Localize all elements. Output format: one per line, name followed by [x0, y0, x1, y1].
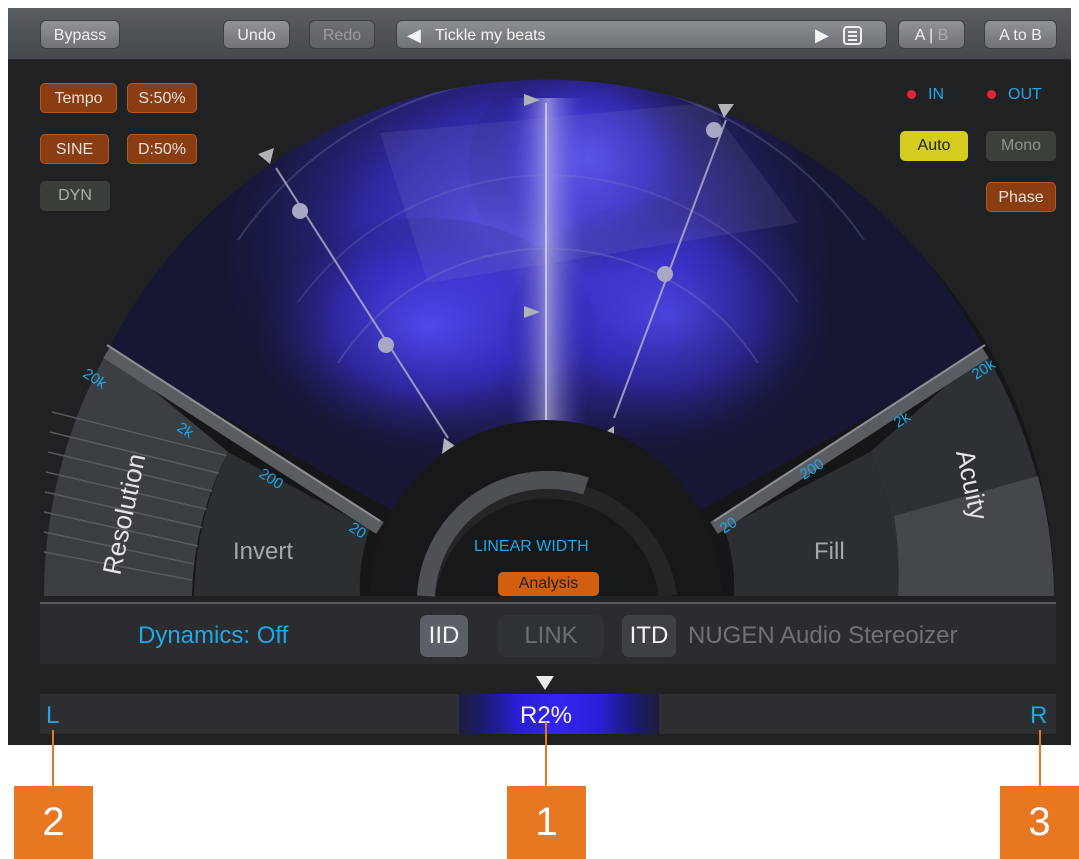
brand-label: NUGEN Audio Stereoizer: [688, 622, 958, 649]
dyn-button[interactable]: DYN: [40, 181, 110, 211]
linear-width-label: LINEAR WIDTH: [474, 538, 589, 555]
preset-prev-icon[interactable]: ◀: [407, 21, 421, 50]
iid-button[interactable]: IID: [420, 615, 468, 657]
undo-button[interactable]: Undo: [223, 20, 290, 49]
top-toolbar: Bypass Undo Redo ◀ Tickle my beats ▶ A |…: [8, 8, 1071, 60]
preset-list-icon[interactable]: [843, 26, 862, 45]
right-channel-label: R: [1030, 702, 1048, 729]
tempo-button[interactable]: Tempo: [40, 83, 117, 113]
bypass-button[interactable]: Bypass: [40, 20, 120, 49]
preset-selector[interactable]: ◀ Tickle my beats ▶: [396, 20, 887, 49]
left-channel-label: L: [46, 702, 60, 729]
input-label: IN: [928, 86, 944, 103]
ab-left-label: A: [914, 27, 925, 44]
right-arm-handle-inner: [657, 266, 673, 282]
dynamics-status[interactable]: Dynamics: Off: [138, 622, 288, 650]
left-arm-arrow: [258, 148, 274, 164]
callout-2: 2: [14, 786, 93, 859]
left-arm-handle-inner: [378, 337, 394, 353]
redo-button[interactable]: Redo: [309, 20, 375, 49]
analysis-button[interactable]: Analysis: [498, 572, 599, 596]
callout-2-line: [52, 730, 54, 786]
sine-button[interactable]: SINE: [40, 134, 109, 164]
ab-separator: |: [928, 27, 934, 44]
width-marker-icon[interactable]: [536, 676, 554, 690]
invert-label[interactable]: Invert: [233, 538, 293, 566]
output-led-icon: [987, 90, 996, 100]
callout-3: 3: [1000, 786, 1079, 859]
input-led-icon: [907, 90, 916, 100]
ab-toggle-button[interactable]: A | B: [898, 20, 965, 49]
output-indicator[interactable]: OUT: [987, 86, 1042, 104]
ab-right-label: B: [937, 27, 949, 44]
speed-control[interactable]: S:50%: [127, 83, 197, 113]
input-indicator[interactable]: IN: [907, 86, 944, 104]
callout-1: 1: [507, 786, 586, 859]
output-label: OUT: [1008, 86, 1042, 103]
callout-3-line: [1039, 730, 1041, 786]
auto-button[interactable]: Auto: [900, 131, 968, 161]
phase-button[interactable]: Phase: [986, 182, 1056, 212]
a-to-b-button[interactable]: A to B: [984, 20, 1057, 49]
mono-button[interactable]: Mono: [986, 131, 1056, 161]
left-arm-handle-outer: [292, 203, 308, 219]
callout-1-line: [545, 722, 547, 786]
fill-label[interactable]: Fill: [814, 538, 845, 566]
preset-name: Tickle my beats: [435, 27, 546, 44]
link-button[interactable]: LINK: [498, 615, 604, 657]
dynamics-bar: Dynamics: Off IID LINK ITD NUGEN Audio S…: [40, 602, 1056, 664]
depth-control[interactable]: D:50%: [127, 134, 197, 164]
stereoizer-plugin: 20k 2k 200 20 20 200 2k 20k Resolution A…: [8, 8, 1071, 745]
preset-next-icon[interactable]: ▶: [815, 21, 829, 50]
width-meter[interactable]: L R2% R: [40, 694, 1056, 734]
itd-button[interactable]: ITD: [622, 615, 676, 657]
right-arm-handle-outer: [706, 122, 722, 138]
